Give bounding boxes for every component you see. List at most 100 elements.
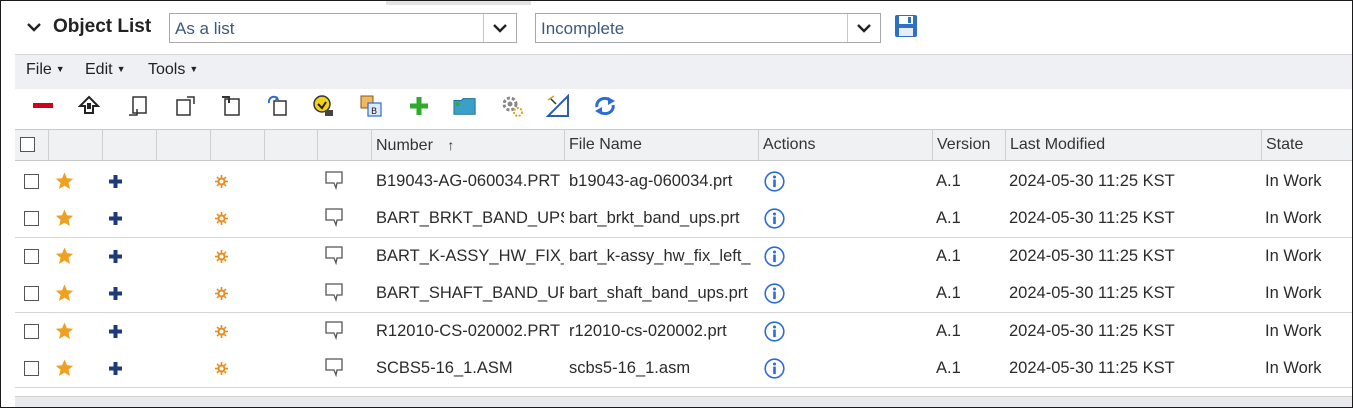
sync-icon[interactable] [593,93,617,119]
favorite-column[interactable] [49,130,103,160]
number-cell[interactable]: R12010-CS-020002.PRT [376,313,564,350]
star-icon[interactable] [55,209,74,232]
expand-plus-icon[interactable] [109,212,122,230]
state-cell: In Work [1265,247,1322,265]
number-cell[interactable]: B19043-AG-060034.PRT [376,163,564,200]
view-column[interactable] [318,130,372,160]
view-select[interactable]: As a list [169,13,517,43]
version-cell: A.1 [936,172,961,190]
version-cell: A.1 [936,209,961,227]
remove-icon[interactable] [31,93,55,119]
state-cell: In Work [1265,322,1322,340]
measure-icon[interactable] [546,93,570,119]
chevron-down-icon[interactable] [483,14,516,42]
viewable-icon[interactable] [324,245,344,270]
rename-icon[interactable]: B [359,93,383,119]
state-column-header[interactable]: State [1262,130,1352,160]
collapse-chevron-icon[interactable] [27,19,41,37]
info-icon[interactable] [764,171,785,197]
state-cell: In Work [1265,209,1322,227]
version-column-header[interactable]: Version [933,130,1006,160]
table-row[interactable]: R12010-CS-020002.PRT r12010-cs-020002.pr… [15,313,1352,351]
edit-menu[interactable]: Edit ▼ [85,61,126,79]
expand-plus-icon[interactable] [109,287,122,305]
chevron-down-icon[interactable] [847,14,880,42]
actions-column-header[interactable]: Actions [759,130,933,160]
state-cell: In Work [1265,284,1322,302]
file-name-cell[interactable]: bart_k-assy_hw_fix_left_ [569,238,759,275]
tools-menu[interactable]: Tools ▼ [148,61,198,79]
number-cell[interactable]: BART_SHAFT_BAND_UPS.PRT [376,275,564,312]
file-name-cell[interactable]: bart_brkt_band_ups.prt [569,200,759,237]
work-status-icon [215,175,228,193]
file-menu[interactable]: File ▼ [26,61,65,79]
object-list-panel: Object List As a list Incomplete File ▼ E… [0,0,1353,408]
sort-ascending-icon: ↑ [447,137,455,153]
table-row[interactable]: BART_SHAFT_BAND_UPS.PRT bart_shaft_band_… [15,275,1352,313]
filter-select-value: Incomplete [541,19,625,38]
version-cell: A.1 [936,359,961,377]
work-status-icon [215,287,228,305]
row-checkbox[interactable] [24,286,39,301]
checkout-icon[interactable] [311,93,335,119]
expand-plus-icon[interactable] [109,250,122,268]
file-name-cell[interactable]: bart_shaft_band_ups.prt [569,275,759,312]
row-checkbox[interactable] [24,324,39,339]
star-icon[interactable] [55,322,74,345]
row-checkbox[interactable] [24,249,39,264]
paste-icon[interactable] [126,93,150,119]
row-checkbox[interactable] [24,174,39,189]
select-all-checkbox[interactable] [20,137,35,152]
folder-icon[interactable] [453,93,477,119]
table-row[interactable]: BART_K-ASSY_HW_FIX_LEFT.PRT bart_k-assy_… [15,238,1352,276]
file-name-cell[interactable]: b19043-ag-060034.prt [569,163,759,200]
info-icon[interactable] [764,358,785,384]
star-icon[interactable] [55,284,74,307]
viewable-icon[interactable] [324,320,344,345]
viewable-icon[interactable] [324,170,344,195]
filter-select[interactable]: Incomplete [535,13,881,43]
copy-icon[interactable] [173,93,197,119]
save-icon[interactable] [894,14,918,43]
version-cell: A.1 [936,284,961,302]
viewable-icon[interactable] [324,282,344,307]
expand-plus-icon[interactable] [109,362,122,380]
number-cell[interactable]: SCBS5-16_1.ASM [376,350,564,387]
row-checkbox[interactable] [24,361,39,376]
annotation-column[interactable] [265,130,318,160]
table-row[interactable]: B19043-AG-060034.PRT b19043-ag-060034.pr… [15,163,1352,201]
expand-plus-icon[interactable] [109,175,122,193]
viewable-icon[interactable] [324,357,344,382]
spacer-column[interactable] [157,130,211,160]
info-icon[interactable] [764,208,785,234]
details-column[interactable] [103,130,157,160]
refresh-doc-icon[interactable] [265,93,289,119]
last-modified-column-header[interactable]: Last Modified [1006,130,1262,160]
row-checkbox[interactable] [24,211,39,226]
info-icon[interactable] [764,283,785,309]
upload-icon[interactable] [77,93,101,119]
panel-title: Object List [53,16,152,37]
expand-plus-icon[interactable] [109,325,122,343]
info-icon[interactable] [764,246,785,272]
file-name-cell[interactable]: r12010-cs-020002.prt [569,313,759,350]
settings-icon[interactable] [500,93,524,119]
status-column[interactable] [211,130,265,160]
table-row[interactable]: SCBS5-16_1.ASM scbs5-16_1.asm A.1 2024-0… [15,350,1352,388]
number-cell[interactable]: BART_K-ASSY_HW_FIX_LEFT.PRT [376,238,564,275]
state-header-label: State [1266,136,1304,153]
file-name-column-header[interactable]: File Name [565,130,759,160]
version-cell: A.1 [936,322,961,340]
horizontal-scrollbar[interactable] [15,396,1352,407]
info-icon[interactable] [764,321,785,347]
star-icon[interactable] [55,172,74,195]
star-icon[interactable] [55,247,74,270]
table-row[interactable]: BART_BRKT_BAND_UPS.PRT bart_brkt_band_up… [15,200,1352,238]
add-icon[interactable] [407,93,431,119]
number-cell[interactable]: BART_BRKT_BAND_UPS.PRT [376,200,564,237]
number-column-header[interactable]: Number ↑ [372,130,565,160]
viewable-icon[interactable] [324,207,344,232]
star-icon[interactable] [55,359,74,382]
file-name-cell[interactable]: scbs5-16_1.asm [569,350,759,387]
cut-icon[interactable] [219,93,243,119]
